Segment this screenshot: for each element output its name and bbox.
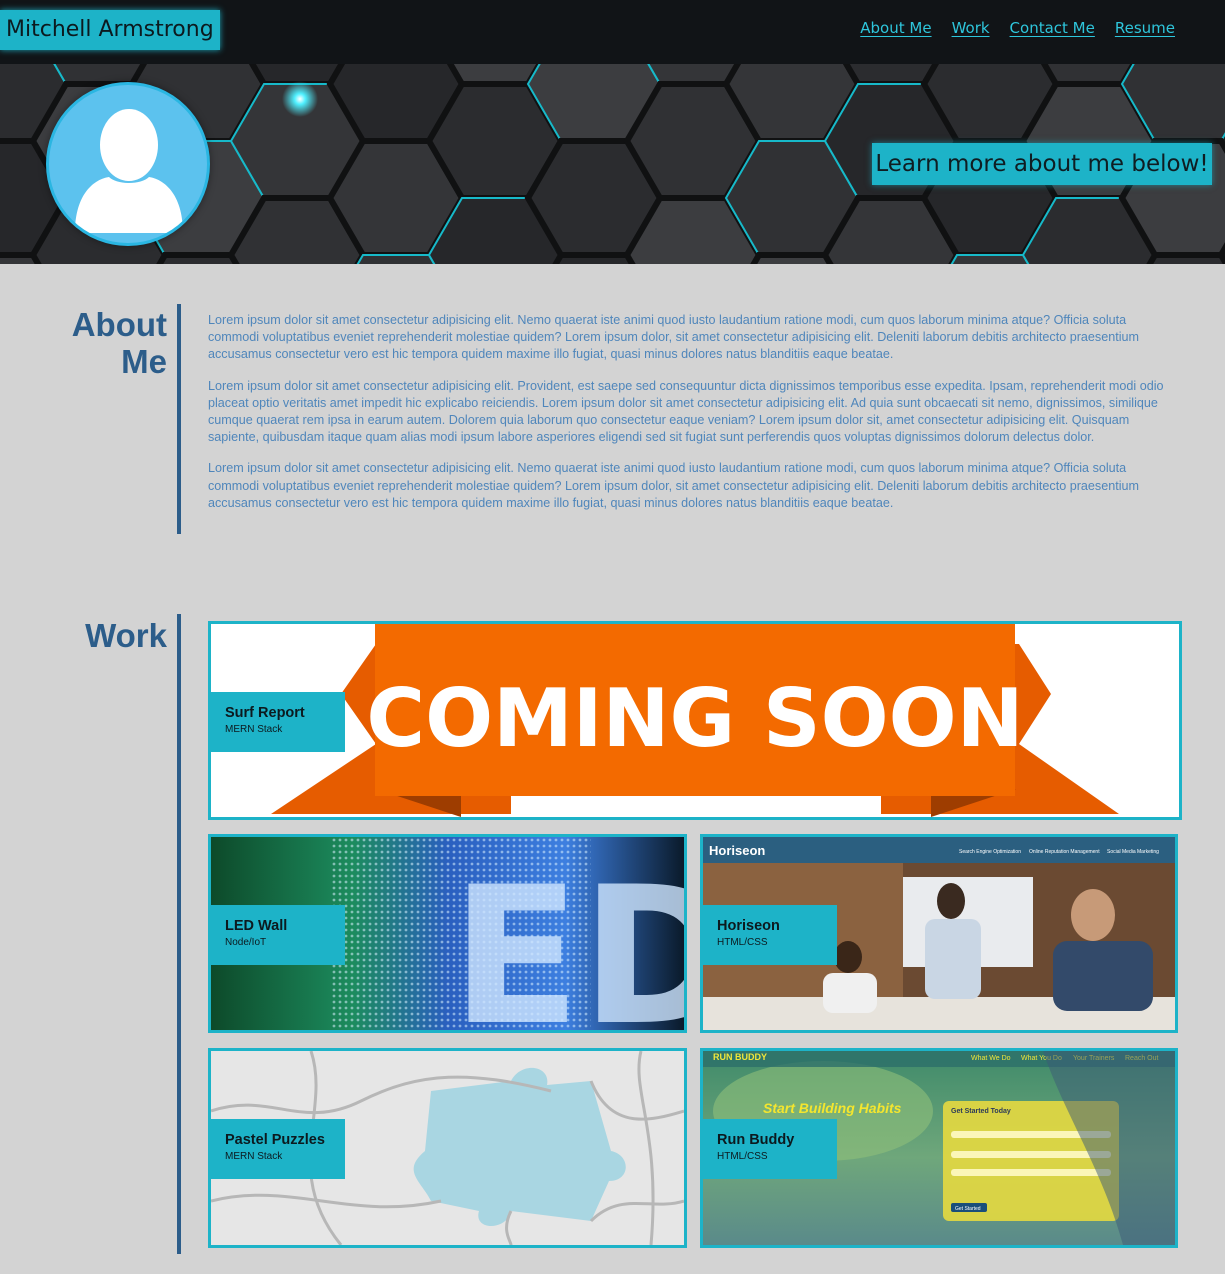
- project-title: Pastel Puzzles: [225, 1132, 325, 1148]
- image-nav-text: Online Reputation Management: [1029, 849, 1100, 855]
- led-text: ED: [451, 846, 684, 1030]
- about-paragraph: Lorem ipsum dolor sit amet consectetur a…: [208, 313, 1140, 362]
- image-nav-text: Search Engine Optimization: [959, 849, 1021, 855]
- project-card-run-buddy[interactable]: RUN BUDDY What We Do What You Do Your Tr…: [700, 1048, 1178, 1248]
- run-buddy-logo-text: RUN BUDDY: [713, 1052, 767, 1062]
- avatar: [46, 82, 210, 246]
- project-card-pastel-puzzles[interactable]: Pastel Puzzles MERN Stack: [208, 1048, 687, 1248]
- nav-link-resume[interactable]: Resume: [1115, 19, 1175, 37]
- coming-soon-image: COMING SOON: [211, 624, 1179, 817]
- run-buddy-form-button-text: Get Started: [955, 1206, 981, 1212]
- project-label: LED Wall Node/IoT: [211, 905, 345, 965]
- coming-soon-text: COMING SOON: [366, 672, 1023, 765]
- project-title: Horiseon: [717, 918, 780, 934]
- run-buddy-form-title: Get Started Today: [951, 1108, 1011, 1115]
- about-heading-line1: About: [71, 306, 167, 343]
- main-nav: About Me Work Contact Me Resume: [860, 19, 1175, 37]
- project-stack: MERN Stack: [225, 724, 283, 735]
- project-title: LED Wall: [225, 918, 288, 934]
- about-heading: About Me: [72, 306, 167, 380]
- work-heading: Work: [85, 617, 167, 654]
- about-paragraph: Lorem ipsum dolor sit amet consectetur a…: [208, 378, 1164, 445]
- hero-tagline: Learn more about me below!: [872, 143, 1212, 185]
- nav-link-contact[interactable]: Contact Me: [1010, 19, 1095, 37]
- project-title: Run Buddy: [717, 1132, 795, 1148]
- brand-name[interactable]: Mitchell Armstrong: [0, 10, 220, 50]
- project-title: Surf Report: [225, 705, 305, 721]
- project-label: Pastel Puzzles MERN Stack: [211, 1119, 345, 1179]
- project-label: Surf Report MERN Stack: [211, 692, 345, 752]
- project-label: Run Buddy HTML/CSS: [703, 1119, 837, 1179]
- run-buddy-headline: Start Building Habits: [763, 1100, 902, 1116]
- about-text: Lorem ipsum dolor sit amet consectetur a…: [208, 312, 1168, 526]
- project-stack: MERN Stack: [225, 1151, 283, 1162]
- work-divider: [177, 614, 181, 1254]
- horiseon-logo-text: Horiseon: [709, 843, 765, 858]
- about-heading-line2: Me: [121, 343, 167, 380]
- nav-link-about[interactable]: About Me: [860, 19, 931, 37]
- project-card-horiseon[interactable]: Horiseon Search Engine Optimization Onli…: [700, 834, 1178, 1033]
- project-stack: HTML/CSS: [717, 937, 768, 948]
- image-nav-text: What We Do: [971, 1055, 1011, 1062]
- about-divider: [177, 304, 181, 534]
- project-card-led-wall[interactable]: ED LED Wall Node/IoT: [208, 834, 687, 1033]
- project-label: Horiseon HTML/CSS: [703, 905, 837, 965]
- project-card-surf-report[interactable]: COMING SOON Surf Report MERN Stack: [208, 621, 1182, 820]
- top-navbar: Mitchell Armstrong About Me Work Contact…: [0, 0, 1225, 64]
- about-paragraph: Lorem ipsum dolor sit amet consectetur a…: [208, 461, 1140, 510]
- image-nav-text: Social Media Marketing: [1107, 849, 1159, 855]
- project-stack: Node/IoT: [225, 937, 267, 948]
- user-icon: [75, 109, 183, 233]
- project-stack: HTML/CSS: [717, 1151, 768, 1162]
- nav-link-work[interactable]: Work: [952, 19, 990, 37]
